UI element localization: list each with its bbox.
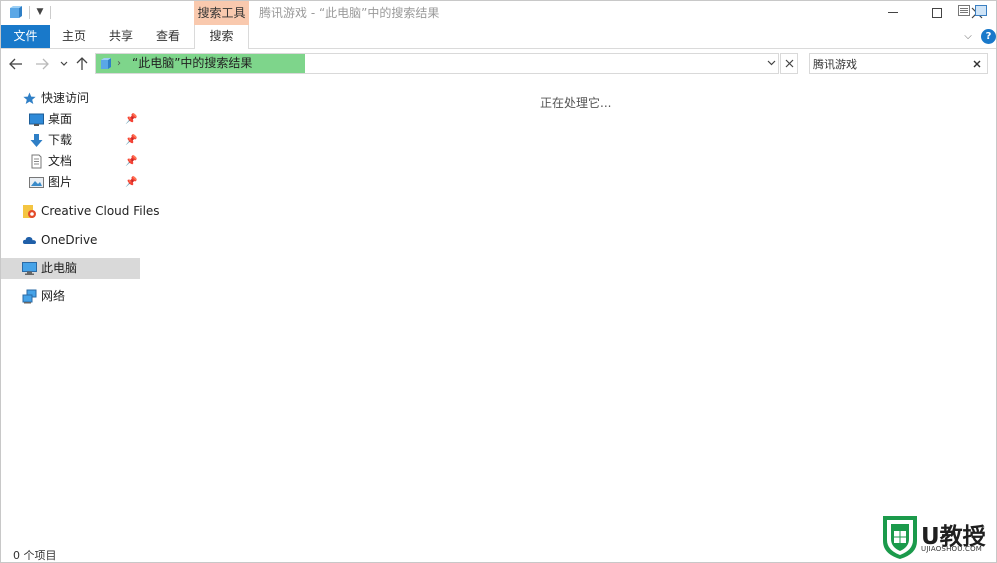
address-breadcrumb[interactable]: “此电脑”中的搜索结果 [132,54,252,73]
picture-icon [29,177,44,188]
forward-button[interactable] [33,54,51,74]
sidebar-item-desktop[interactable]: 桌面 📌 [1,109,140,130]
tab-home[interactable]: 主页 [53,25,95,48]
sidebar-item-label: 下载 [48,133,73,147]
search-status-message: 正在处理它... [540,96,612,110]
network-icon [22,289,37,304]
expand-ribbon-icon[interactable]: ⌵ [961,30,975,44]
pin-icon: 📌 [125,156,138,167]
pin-icon: 📌 [125,135,138,146]
breadcrumb-chevron-icon[interactable]: › [117,54,121,73]
tab-view[interactable]: 查看 [147,25,189,48]
navigation-bar: › “此电脑”中的搜索结果 [1,50,996,78]
item-count: 0 个项目 [13,549,57,562]
computer-icon [22,262,37,275]
shield-windows-logo-icon [883,516,917,559]
sidebar-item-label: 文档 [48,154,73,168]
document-icon [31,154,42,169]
up-button[interactable] [73,54,91,74]
details-view-icon[interactable] [958,5,970,16]
search-box[interactable] [809,53,988,74]
sidebar-item-label: 桌面 [48,112,73,126]
chevron-down-icon [767,60,775,66]
file-list-area[interactable]: 正在处理它... [143,81,996,546]
minimize-button[interactable] [873,1,913,25]
watermark-logo: U教授 UJIAOSHOU.COM [879,514,996,562]
toolbar-separator [29,6,30,19]
star-icon [23,92,36,104]
close-icon [785,59,793,68]
ribbon-tabs: 文件 主页 共享 查看 搜索 ⌵ ? [1,25,996,49]
sidebar-item-pictures[interactable]: 图片 📌 [1,172,140,193]
address-bar[interactable]: › “此电脑”中的搜索结果 [95,53,779,74]
sidebar-item-label: 网络 [41,289,66,303]
cloud-icon [22,236,36,244]
sidebar-item-label: OneDrive [41,233,98,247]
tab-share[interactable]: 共享 [101,25,141,48]
pin-icon: 📌 [125,114,138,125]
creative-cloud-folder-icon [23,205,36,218]
large-icons-view-icon[interactable] [975,5,987,16]
close-icon [973,60,981,67]
search-input[interactable] [813,55,963,72]
sidebar-item-downloads[interactable]: 下载 📌 [1,130,140,151]
navigation-pane: 快速访问 桌面 📌 下载 📌 文档 📌 图片 📌 Creative Cloud … [1,81,160,546]
folder-app-icon[interactable] [9,5,23,19]
sidebar-item-label: 快速访问 [41,91,90,105]
arrow-up-icon [76,57,88,70]
toolbar-separator [50,6,51,19]
sidebar-item-network[interactable]: 网络 [1,286,140,307]
title-bar: ▼ 搜索工具 腾讯游戏 - “此电脑”中的搜索结果 [1,1,996,25]
desktop-icon [29,113,44,126]
minimize-icon [888,12,898,13]
sidebar-item-label: Creative Cloud Files [41,204,160,218]
customize-quick-access-icon[interactable]: ▼ [34,5,46,19]
search-results-folder-icon [101,58,111,69]
sidebar-item-creative-cloud[interactable]: Creative Cloud Files [1,201,160,222]
sidebar-item-onedrive[interactable]: OneDrive [1,230,140,251]
sidebar-item-documents[interactable]: 文档 📌 [1,151,140,172]
pin-icon: 📌 [125,177,138,188]
chevron-down-icon [60,61,68,66]
back-button[interactable] [7,54,25,74]
file-explorer-window: ▼ 搜索工具 腾讯游戏 - “此电脑”中的搜索结果 文件 主页 共享 查看 搜索… [0,0,997,563]
download-icon [30,134,43,147]
help-icon[interactable]: ? [981,29,996,44]
tab-search[interactable]: 搜索 [194,25,249,49]
status-bar: 0 个项目 [1,546,996,562]
sidebar-item-label: 此电脑 [41,261,78,275]
arrow-left-icon [9,58,22,70]
arrow-right-icon [36,58,49,70]
sidebar-item-quick-access[interactable]: 快速访问 [1,88,140,109]
tab-file[interactable]: 文件 [1,25,50,48]
address-history-dropdown[interactable] [764,54,778,73]
stop-search-button[interactable] [780,53,798,74]
maximize-icon [932,7,942,18]
watermark-subtitle: UJIAOSHOU.COM [921,545,983,553]
recent-locations-button[interactable] [57,54,71,74]
sidebar-item-this-pc[interactable]: 此电脑 [1,258,140,279]
search-tools-context-label: 搜索工具 [194,1,249,25]
clear-search-button[interactable] [969,54,985,73]
window-title: 腾讯游戏 - “此电脑”中的搜索结果 [259,6,440,20]
sidebar-item-label: 图片 [48,175,73,189]
maximize-button[interactable] [917,1,957,25]
